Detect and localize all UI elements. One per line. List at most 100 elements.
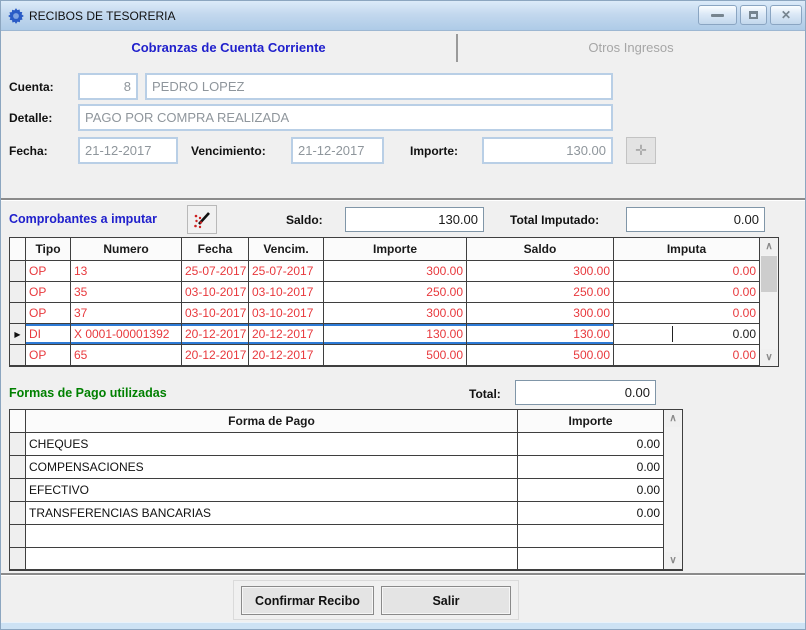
fecha-cell: 03-10-2017 xyxy=(182,282,249,302)
fecha-cell: 03-10-2017 xyxy=(182,303,249,323)
forma-pago-row[interactable]: EFECTIVO0.00 xyxy=(10,479,663,502)
window-title: RECIBOS DE TESORERIA xyxy=(29,9,175,23)
vencim-cell: 20-12-2017 xyxy=(249,345,324,365)
numero-cell: 65 xyxy=(71,345,182,365)
row-indicator-cell xyxy=(10,479,26,501)
detalle-field[interactable]: PAGO POR COMPRA REALIZADA xyxy=(78,104,613,131)
magic-wand-icon xyxy=(191,209,213,231)
importe-cell[interactable]: 0.00 xyxy=(518,456,663,478)
forma-pago-row[interactable] xyxy=(10,525,663,548)
add-button[interactable]: ✛ xyxy=(626,137,656,164)
forma-pago-row[interactable]: COMPENSACIONES0.00 xyxy=(10,456,663,479)
cuenta-label: Cuenta: xyxy=(9,80,54,94)
saldo-cell: 300.00 xyxy=(467,303,614,323)
tipo-cell: OP xyxy=(26,345,71,365)
forma-pago-row[interactable]: CHEQUES0.00 xyxy=(10,433,663,456)
vencimiento-label: Vencimiento: xyxy=(191,144,266,158)
row-indicator-cell xyxy=(10,282,26,302)
saldo-cell: 300.00 xyxy=(467,261,614,281)
header-vencim: Vencim. xyxy=(249,238,324,260)
row-indicator-cell xyxy=(10,303,26,323)
row-indicator-cell xyxy=(10,525,26,547)
fecha-cell: 20-12-2017 xyxy=(182,345,249,365)
comprobante-row[interactable]: OP6520-12-201720-12-2017500.00500.000.00 xyxy=(10,345,759,366)
formas-pago-scrollbar[interactable]: ∧ ∨ xyxy=(663,410,682,569)
tipo-cell: OP xyxy=(26,282,71,302)
importe-cell[interactable]: 0.00 xyxy=(518,433,663,455)
forma-pago-row[interactable]: TRANSFERENCIAS BANCARIAS0.00 xyxy=(10,502,663,525)
imputa-cell[interactable]: 0.00 xyxy=(614,345,759,365)
title-bar[interactable]: RECIBOS DE TESORERIA ✕ xyxy=(1,1,805,31)
imputa-cell[interactable]: 0.00 xyxy=(614,303,759,323)
formas-pago-rows: CHEQUES0.00COMPENSACIONES0.00EFECTIVO0.0… xyxy=(10,433,663,569)
vencimiento-field[interactable]: 21-12-2017 xyxy=(291,137,384,164)
numero-cell: 35 xyxy=(71,282,182,302)
scroll-up-icon[interactable]: ∧ xyxy=(761,238,777,255)
header-indicator xyxy=(10,238,26,260)
saldo-label: Saldo: xyxy=(286,213,323,227)
comprobante-row[interactable]: OP3703-10-201703-10-2017300.00300.000.00 xyxy=(10,303,759,324)
minimize-button[interactable] xyxy=(698,5,737,25)
comprobante-row[interactable]: OP3503-10-201703-10-2017250.00250.000.00 xyxy=(10,282,759,303)
importe-cell: 130.00 xyxy=(324,324,467,344)
imputa-edit-cell[interactable]: 0.00 xyxy=(614,324,759,344)
scroll-up-icon[interactable]: ∧ xyxy=(665,410,681,427)
vencim-cell: 25-07-2017 xyxy=(249,261,324,281)
total-label: Total: xyxy=(469,387,501,401)
importe-cell[interactable] xyxy=(518,548,663,569)
header-indicator xyxy=(10,410,26,432)
confirmar-recibo-button[interactable]: Confirmar Recibo xyxy=(241,586,374,615)
row-indicator-cell xyxy=(10,456,26,478)
imputa-cell[interactable]: 0.00 xyxy=(614,282,759,302)
cuenta-name-field[interactable]: PEDRO LOPEZ xyxy=(145,73,613,100)
imputa-cell[interactable]: 0.00 xyxy=(614,261,759,281)
header-imputa: Imputa xyxy=(614,238,759,260)
saldo-field[interactable]: 130.00 xyxy=(345,207,484,232)
total-field[interactable]: 0.00 xyxy=(515,380,656,405)
comprobantes-table-header: Tipo Numero Fecha Vencim. Importe Saldo … xyxy=(10,238,759,261)
importe-cell: 250.00 xyxy=(324,282,467,302)
maximize-button[interactable] xyxy=(740,5,767,25)
tipo-cell: DI xyxy=(26,324,71,344)
scrollbar-thumb[interactable] xyxy=(761,256,777,292)
detalle-label: Detalle: xyxy=(9,111,52,125)
header-forma-de-pago: Forma de Pago xyxy=(26,410,518,432)
numero-cell: 13 xyxy=(71,261,182,281)
scroll-down-icon[interactable]: ∨ xyxy=(665,552,681,569)
add-icon: ✛ xyxy=(635,142,647,159)
imputa-value: 0.00 xyxy=(733,327,756,341)
importe-cell[interactable]: 0.00 xyxy=(518,479,663,501)
tab-strip: Cobranzas de Cuenta Corriente Otros Ingr… xyxy=(1,31,805,64)
vencim-cell: 20-12-2017 xyxy=(249,324,324,344)
tab-cobranzas-cuenta-corriente[interactable]: Cobranzas de Cuenta Corriente xyxy=(1,31,456,64)
fecha-field[interactable]: 21-12-2017 xyxy=(78,137,178,164)
cuenta-code-field[interactable]: 8 xyxy=(78,73,138,100)
saldo-cell: 130.00 xyxy=(467,324,614,344)
close-button[interactable]: ✕ xyxy=(770,5,802,25)
comprobantes-scrollbar[interactable]: ∧ ∨ xyxy=(759,238,778,366)
header-importe: Importe xyxy=(324,238,467,260)
section-divider-bottom xyxy=(1,573,805,576)
header-tipo: Tipo xyxy=(26,238,71,260)
numero-cell: X 0001-00001392 xyxy=(71,324,182,344)
edit-caret-divider xyxy=(672,326,673,342)
importe-cell[interactable] xyxy=(518,525,663,547)
comprobante-row[interactable]: OP1325-07-201725-07-2017300.00300.000.00 xyxy=(10,261,759,282)
forma-de-pago-cell: EFECTIVO xyxy=(26,479,518,501)
forma-pago-row[interactable] xyxy=(10,548,663,569)
forma-de-pago-cell: TRANSFERENCIAS BANCARIAS xyxy=(26,502,518,524)
total-imputado-field[interactable]: 0.00 xyxy=(626,207,765,232)
row-indicator-cell xyxy=(10,345,26,365)
importe-field[interactable]: 130.00 xyxy=(482,137,613,164)
scroll-down-icon[interactable]: ∨ xyxy=(761,349,777,366)
window-bottom-edge xyxy=(1,622,805,629)
comprobantes-title: Comprobantes a imputar xyxy=(9,212,157,226)
comprobante-row[interactable]: ▶DIX 0001-0000139220-12-201720-12-201713… xyxy=(10,324,759,345)
salir-button[interactable]: Salir xyxy=(381,586,511,615)
importe-label: Importe: xyxy=(410,144,458,158)
tab-otros-ingresos[interactable]: Otros Ingresos xyxy=(457,31,805,64)
forma-de-pago-cell: CHEQUES xyxy=(26,433,518,455)
auto-imputar-button[interactable] xyxy=(187,205,217,234)
comprobantes-table: Tipo Numero Fecha Vencim. Importe Saldo … xyxy=(9,237,779,367)
importe-cell[interactable]: 0.00 xyxy=(518,502,663,524)
